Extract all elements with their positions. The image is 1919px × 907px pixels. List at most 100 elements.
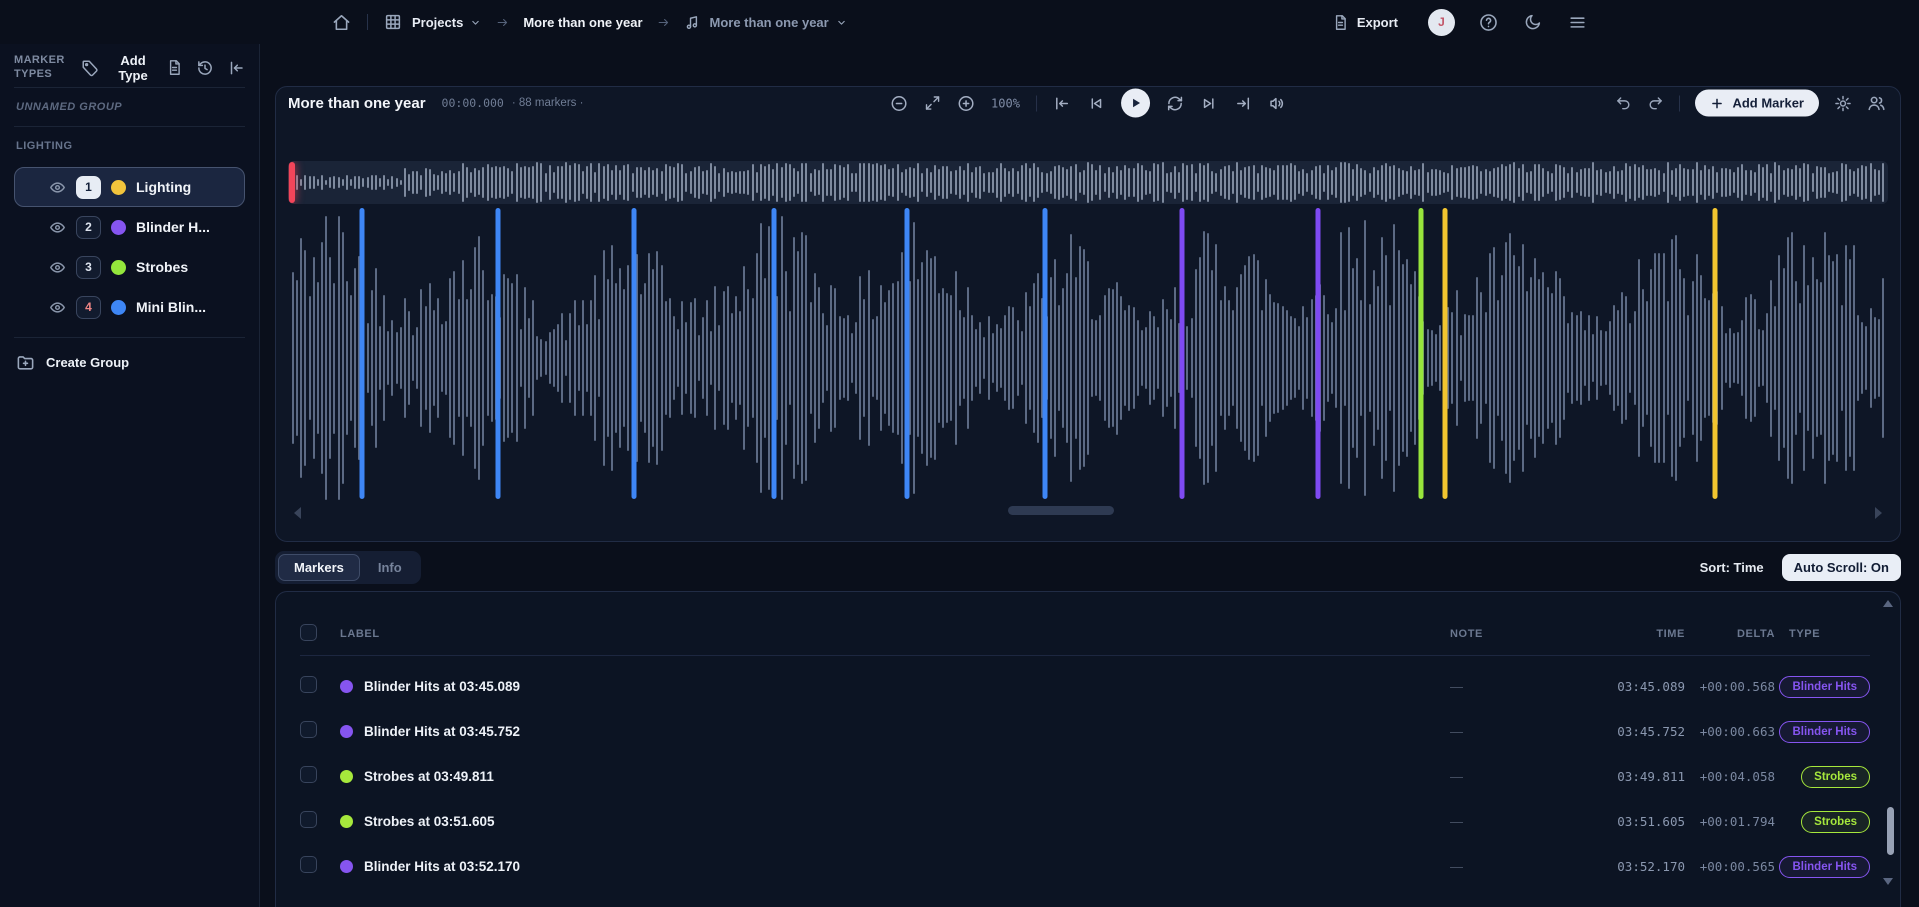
marker-type-item[interactable]: 1Lighting bbox=[14, 167, 245, 207]
row-checkbox[interactable] bbox=[300, 811, 317, 828]
moon-icon[interactable] bbox=[1524, 13, 1542, 31]
marker-type-item[interactable]: 4Mini Blin... bbox=[14, 287, 245, 327]
home-icon[interactable] bbox=[332, 13, 351, 32]
panel-tabs: Markers Info bbox=[275, 551, 421, 584]
group-label-lighting[interactable]: LIGHTING bbox=[14, 127, 245, 165]
menu-icon[interactable] bbox=[1568, 13, 1587, 32]
marker-time: 03:45.089 bbox=[1600, 679, 1685, 694]
marker-color-dot bbox=[340, 680, 353, 693]
marker-type-number: 3 bbox=[76, 256, 101, 279]
table-scroll-down-arrow[interactable] bbox=[1883, 878, 1893, 885]
marker-time: 03:51.605 bbox=[1600, 814, 1685, 829]
fit-view-button[interactable] bbox=[924, 95, 941, 112]
waveform-marker-line[interactable] bbox=[631, 208, 636, 499]
marker-type-badge: Blinder Hits bbox=[1779, 856, 1870, 878]
markers-table: LABEL NOTE TIME DELTA TYPE Blinder Hits … bbox=[275, 591, 1901, 907]
collaborators-icon[interactable] bbox=[1867, 94, 1886, 113]
row-checkbox[interactable] bbox=[300, 676, 317, 693]
marker-label: Blinder Hits at 03:45.089 bbox=[364, 679, 520, 694]
table-scroll-up-arrow[interactable] bbox=[1883, 600, 1893, 607]
visibility-eye-icon[interactable] bbox=[49, 299, 66, 316]
zoom-out-button[interactable] bbox=[890, 94, 908, 112]
add-type-button[interactable]: Add Type bbox=[75, 52, 166, 84]
collapse-left-icon[interactable] bbox=[227, 59, 245, 77]
zoom-in-button[interactable] bbox=[957, 94, 975, 112]
row-checkbox[interactable] bbox=[300, 766, 317, 783]
plus-icon bbox=[1710, 96, 1724, 110]
table-row[interactable]: Blinder Hits at 03:45.752—03:45.752+00:0… bbox=[300, 709, 1870, 754]
horizontal-scrollbar-thumb[interactable] bbox=[1008, 506, 1114, 515]
overview-strip[interactable] bbox=[288, 161, 1888, 204]
marker-type-color-dot bbox=[111, 180, 126, 195]
main-waveform[interactable] bbox=[288, 215, 1888, 501]
undo-button[interactable] bbox=[1615, 95, 1632, 112]
waveform-marker-line[interactable] bbox=[1713, 208, 1718, 499]
scroll-right-arrow[interactable] bbox=[1875, 507, 1882, 519]
marker-type-name: Strobes bbox=[136, 259, 188, 275]
grid-icon bbox=[384, 13, 402, 31]
marker-type-item[interactable]: 2Blinder H... bbox=[14, 207, 245, 247]
breadcrumb-projects[interactable]: Projects bbox=[412, 15, 482, 30]
visibility-eye-icon[interactable] bbox=[49, 219, 66, 236]
toolbar-divider bbox=[1679, 95, 1680, 111]
scroll-left-arrow[interactable] bbox=[294, 507, 301, 519]
table-row[interactable]: Strobes at 03:49.811—03:49.811+00:04.058… bbox=[300, 754, 1870, 799]
breadcrumb-project-name[interactable]: More than one year bbox=[523, 15, 642, 30]
breadcrumb-track[interactable]: More than one year bbox=[710, 15, 848, 30]
waveform-marker-line[interactable] bbox=[495, 208, 500, 499]
create-group-button[interactable]: Create Group bbox=[14, 338, 245, 387]
table-row[interactable]: Blinder Hits at 03:45.089—03:45.089+00:0… bbox=[300, 664, 1870, 709]
play-button[interactable] bbox=[1121, 89, 1150, 118]
marker-time: 03:49.811 bbox=[1600, 769, 1685, 784]
sort-label[interactable]: Sort: Time bbox=[1700, 560, 1764, 575]
overview-bars bbox=[288, 161, 1888, 204]
help-icon[interactable] bbox=[1479, 13, 1498, 32]
marker-color-dot bbox=[340, 860, 353, 873]
next-marker-button[interactable] bbox=[1200, 94, 1218, 112]
waveform-marker-line[interactable] bbox=[1042, 208, 1047, 499]
volume-button[interactable] bbox=[1268, 94, 1286, 112]
marker-note: — bbox=[1450, 724, 1600, 739]
sidebar: MARKERTYPES Add Type bbox=[0, 44, 260, 907]
waveform-marker-line[interactable] bbox=[905, 208, 910, 499]
gear-icon[interactable] bbox=[1834, 94, 1852, 112]
table-row[interactable]: Strobes at 03:51.605—03:51.605+00:01.794… bbox=[300, 799, 1870, 844]
waveform-marker-line[interactable] bbox=[1418, 208, 1423, 499]
redo-button[interactable] bbox=[1647, 95, 1664, 112]
column-note: NOTE bbox=[1450, 628, 1600, 640]
playhead[interactable] bbox=[289, 162, 295, 203]
waveform-marker-line[interactable] bbox=[1442, 208, 1447, 499]
marker-type-number: 1 bbox=[76, 176, 101, 199]
previous-marker-button[interactable] bbox=[1087, 94, 1105, 112]
marker-type-color-dot bbox=[111, 260, 126, 275]
marker-type-badge: Strobes bbox=[1801, 766, 1870, 788]
marker-type-item[interactable]: 3 Strobes bbox=[14, 247, 245, 287]
loop-button[interactable] bbox=[1166, 94, 1184, 112]
table-scrollbar-thumb[interactable] bbox=[1887, 807, 1894, 855]
auto-scroll-toggle[interactable]: Auto Scroll: On bbox=[1782, 554, 1901, 581]
waveform-marker-line[interactable] bbox=[1180, 208, 1185, 499]
export-button[interactable]: Export bbox=[1326, 13, 1404, 32]
row-checkbox[interactable] bbox=[300, 856, 317, 873]
zoom-level[interactable]: 100% bbox=[991, 96, 1020, 110]
folder-plus-icon bbox=[16, 353, 35, 372]
skip-to-start-button[interactable] bbox=[1053, 94, 1071, 112]
waveform-marker-line[interactable] bbox=[359, 208, 364, 499]
row-checkbox[interactable] bbox=[300, 721, 317, 738]
marker-type-color-dot bbox=[111, 220, 126, 235]
tab-info[interactable]: Info bbox=[362, 554, 418, 581]
history-icon[interactable] bbox=[196, 59, 214, 77]
waveform-marker-line[interactable] bbox=[772, 208, 777, 499]
table-row[interactable]: Blinder Hits at 03:52.170—03:52.170+00:0… bbox=[300, 844, 1870, 889]
select-all-checkbox[interactable] bbox=[300, 624, 317, 641]
skip-to-end-button[interactable] bbox=[1234, 94, 1252, 112]
notes-icon[interactable] bbox=[166, 59, 183, 76]
add-marker-button[interactable]: Add Marker bbox=[1695, 90, 1819, 117]
visibility-eye-icon[interactable] bbox=[49, 179, 66, 196]
tab-markers[interactable]: Markers bbox=[278, 554, 360, 581]
marker-label: Blinder Hits at 03:52.170 bbox=[364, 859, 520, 874]
group-label-unnamed[interactable]: UNNAMED GROUP bbox=[14, 88, 245, 127]
visibility-eye-icon[interactable] bbox=[49, 259, 66, 276]
avatar[interactable]: J bbox=[1428, 9, 1455, 36]
waveform-marker-line[interactable] bbox=[1316, 208, 1321, 499]
